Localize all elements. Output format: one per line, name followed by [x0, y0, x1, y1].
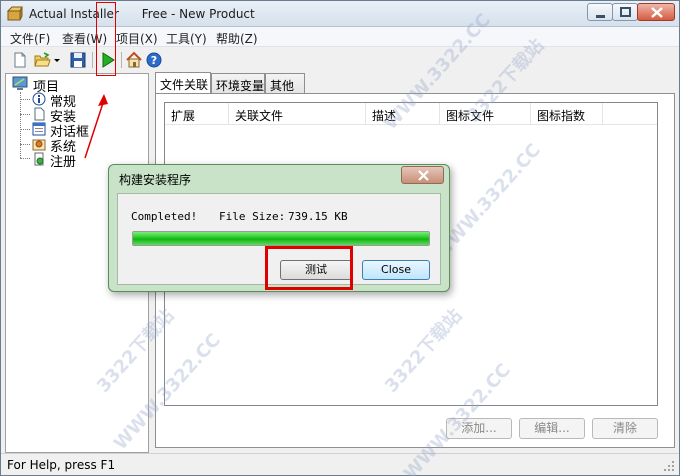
toolbar-separator [121, 52, 122, 68]
tree-item-registry[interactable]: 注册 [50, 151, 76, 170]
save-disk-icon[interactable] [69, 51, 87, 69]
build-progress-bar [132, 231, 430, 246]
maximize-button[interactable] [612, 3, 638, 21]
edit-button[interactable]: 编辑... [519, 418, 585, 439]
tree-line [20, 158, 30, 159]
highlight-box-run [96, 2, 116, 76]
registry-icon [34, 152, 44, 166]
highlight-box-test [265, 246, 353, 290]
close-button[interactable] [637, 3, 675, 21]
tab-environment-variables[interactable]: 环境变量 [211, 73, 265, 94]
file-size-value: 739.15 KB [288, 210, 348, 223]
home-icon[interactable] [125, 51, 143, 69]
column-extension[interactable]: 扩展 [165, 103, 229, 125]
tree-line [20, 92, 21, 158]
column-icon-index[interactable]: 图标指数 [531, 103, 603, 125]
close-dialog-button[interactable]: Close [362, 260, 430, 280]
minimize-icon [596, 15, 605, 18]
toolbar-separator [92, 52, 93, 68]
menu-project[interactable]: 项目(X) [113, 29, 161, 48]
maximize-icon [620, 7, 631, 17]
new-file-icon[interactable] [11, 51, 29, 69]
dropdown-arrow-icon[interactable] [52, 51, 62, 69]
dialog-window-icon [32, 122, 46, 136]
info-icon [32, 92, 46, 106]
product-name: Free - New Product [141, 7, 255, 21]
menu-file[interactable]: 文件(F) [7, 29, 53, 48]
file-size-label: File Size: [219, 210, 286, 223]
system-icon [32, 139, 46, 151]
resize-grip-icon[interactable] [663, 460, 675, 472]
tree-line [20, 99, 30, 100]
close-icon [418, 170, 429, 181]
svg-text:?: ? [151, 54, 157, 67]
document-icon [34, 107, 45, 121]
tab-other[interactable]: 其他 [265, 73, 305, 94]
progress-fill [133, 232, 429, 245]
dialog-title: 构建安装程序 [119, 173, 192, 187]
menu-tools[interactable]: 工具(Y) [163, 29, 210, 48]
status-text: For Help, press F1 [7, 458, 116, 472]
minimize-button[interactable] [587, 3, 613, 21]
dialog-close-button[interactable] [401, 166, 444, 184]
tree-line [20, 144, 30, 145]
project-monitor-icon [12, 76, 28, 90]
tab-file-associations[interactable]: 文件关联 [155, 72, 211, 94]
tree-line [20, 129, 30, 130]
help-icon[interactable]: ? [145, 51, 163, 69]
menu-help[interactable]: 帮助(Z) [213, 29, 261, 48]
close-icon [651, 7, 663, 18]
open-folder-icon[interactable] [33, 51, 51, 69]
build-status: Completed! [131, 210, 198, 223]
status-bar: For Help, press F1 [1, 453, 679, 475]
window-title: Actual Installer Free - New Product [29, 7, 255, 21]
column-associated-file[interactable]: 关联文件 [229, 103, 366, 125]
tree-line [20, 114, 30, 115]
delete-button[interactable]: 清除 [592, 418, 658, 439]
installer-box-icon [7, 6, 23, 21]
